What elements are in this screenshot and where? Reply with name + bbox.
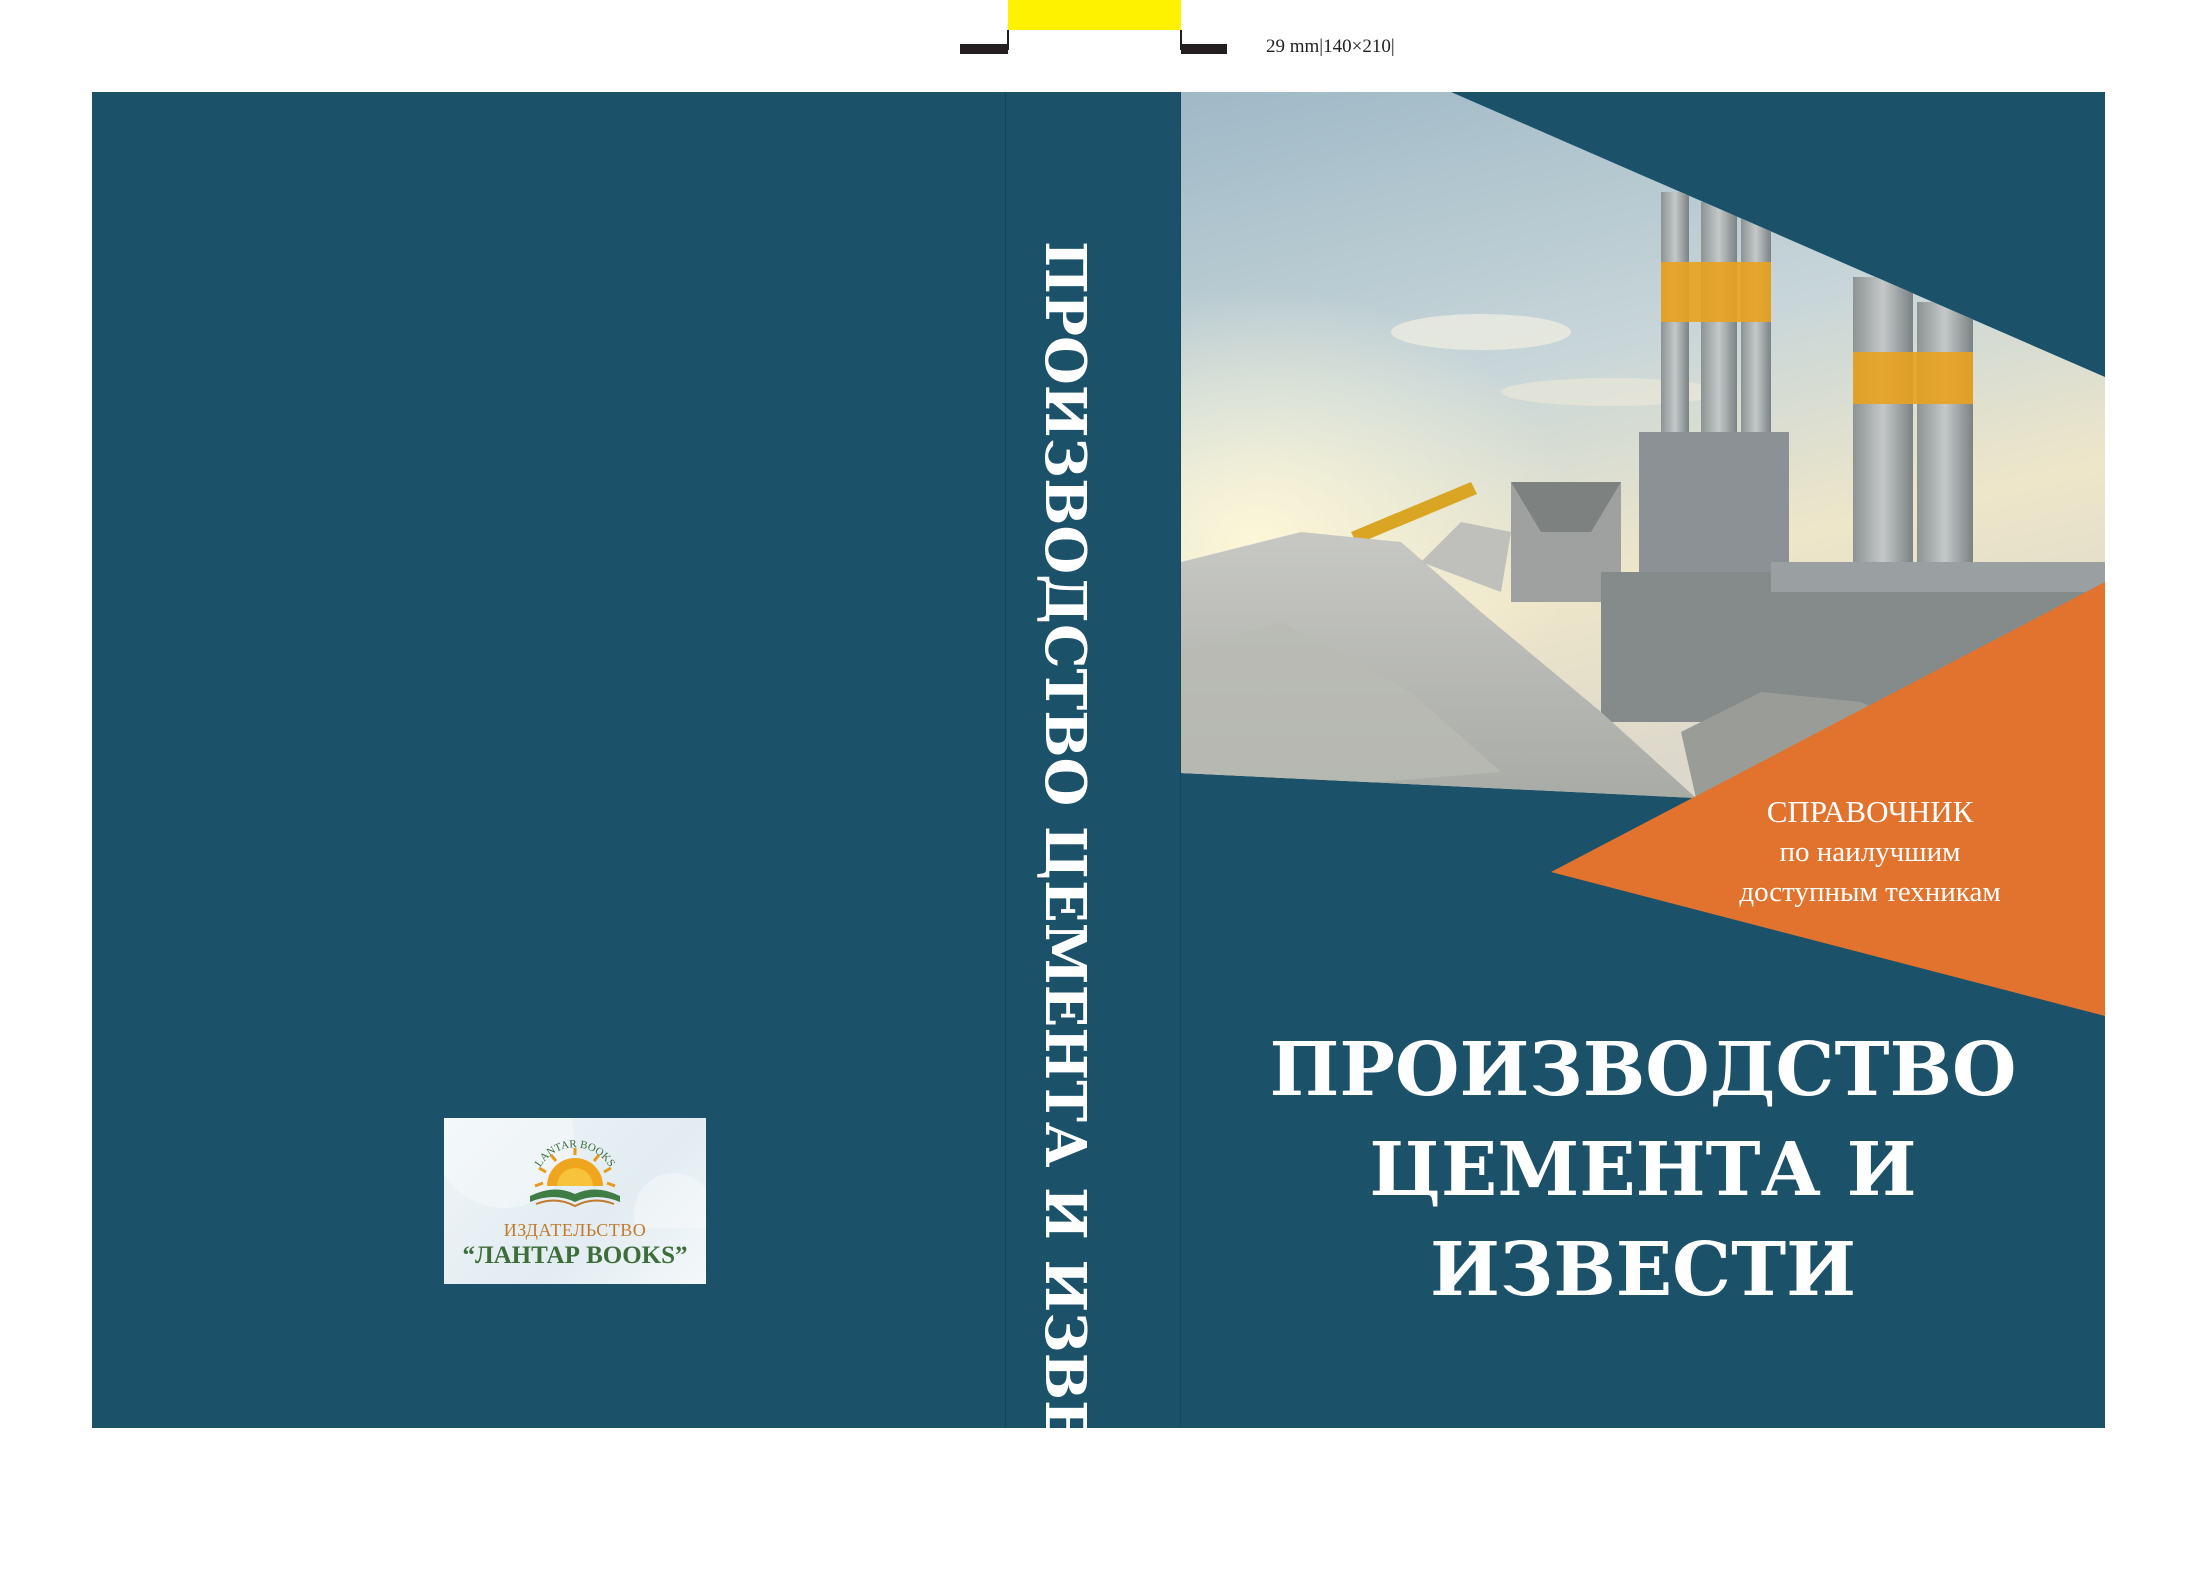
spine-title: ПРОИЗВОДСТВО ЦЕМЕНТА И ИЗВЕСТИ [1032,241,1098,1582]
book-sun-emblem-icon: LANTAR BOOKS [444,1118,706,1228]
title-line-1: ПРОИЗВОДСТВО [1269,1027,2017,1113]
publisher-logo: LANTAR BOOKS ИЗДАТЕЛЬСТВО “ЛАНТАР BOOKS” [444,1118,706,1284]
publisher-label: ИЗДАТЕЛЬСТВО [503,1220,647,1240]
title-line-2: ЦЕМЕНТА И ИЗВЕСТИ [1369,1127,1917,1313]
spine-fold-left [1005,92,1006,1428]
crop-mark-left-vertical [1007,30,1009,50]
subtitle-line-2: по наилучшим [1779,836,1961,868]
crop-mark-left [960,44,1008,54]
publisher-name: “ЛАНТАР BOOKS” [462,1242,688,1269]
crop-mark-right-vertical [1180,30,1182,50]
print-spec-label: 29 mm|140×210| [1266,36,1395,57]
subtitle-line-1: СПРАВОЧНИК [1766,794,1974,829]
subtitle-line-3: доступным техникам [1739,876,2001,908]
cover-title: ПРОИЗВОДСТВО ЦЕМЕНТА И ИЗВЕСТИ [1181,1020,2105,1320]
registration-color-bar [1008,0,1181,30]
crop-mark-right [1181,44,1227,54]
cover-subtitle: СПРАВОЧНИК по наилучшим доступным техник… [1650,792,2090,912]
